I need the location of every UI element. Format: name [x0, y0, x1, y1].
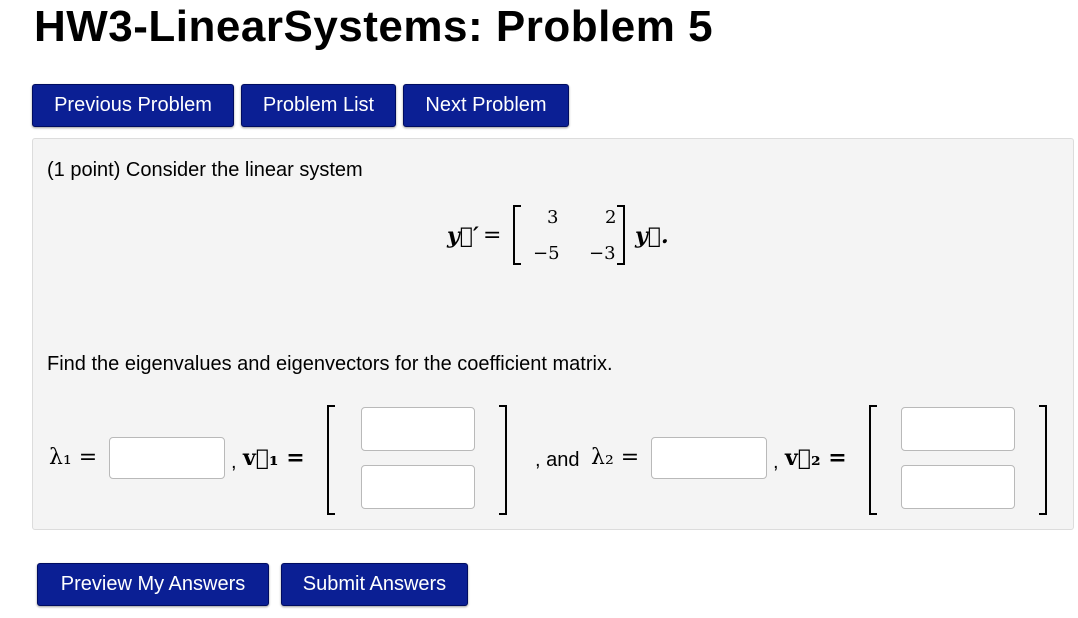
problem-intro: (1 point) Consider the linear system [47, 159, 363, 181]
problem-list-button[interactable]: Problem List [241, 84, 396, 127]
v2-component-1-input[interactable] [901, 407, 1015, 451]
comma-1: , [231, 451, 237, 473]
comma-2: , [773, 451, 779, 473]
matrix-right-bracket [617, 205, 625, 265]
v1-component-1-input[interactable] [361, 407, 475, 451]
v2-component-2-input[interactable] [901, 465, 1015, 509]
and-text: , and [535, 449, 580, 471]
equation-equals: = [483, 223, 502, 248]
v2-right-bracket [1039, 405, 1047, 515]
v1-left-bracket [327, 405, 335, 515]
page-title: HW3-LinearSystems: Problem 5 [34, 2, 714, 51]
matrix-cell: −3 [589, 243, 616, 264]
equation-lhs: y⃗′ [447, 223, 479, 249]
v1-label: v⃗₁ = [243, 445, 305, 471]
matrix-cell: 2 [605, 207, 617, 228]
lambda1-label: λ₁ = [49, 445, 98, 470]
next-problem-button[interactable]: Next Problem [403, 84, 569, 127]
v1-right-bracket [499, 405, 507, 515]
equation-rhs: y⃗. [635, 223, 669, 249]
problem-panel: (1 point) Consider the linear system y⃗′… [32, 138, 1074, 530]
problem-instruction: Find the eigenvalues and eigenvectors fo… [47, 353, 613, 375]
preview-answers-button[interactable]: Preview My Answers [37, 563, 269, 606]
lambda2-label: λ₂ = [591, 445, 640, 470]
v2-label: v⃗₂ = [785, 445, 847, 471]
v1-component-2-input[interactable] [361, 465, 475, 509]
matrix-left-bracket [513, 205, 521, 265]
lambda1-input[interactable] [109, 437, 225, 479]
previous-problem-button[interactable]: Previous Problem [32, 84, 234, 127]
lambda2-input[interactable] [651, 437, 767, 479]
v2-left-bracket [869, 405, 877, 515]
submit-answers-button[interactable]: Submit Answers [281, 563, 468, 606]
matrix-cell: 3 [547, 207, 559, 228]
matrix-cell: −5 [533, 243, 560, 264]
